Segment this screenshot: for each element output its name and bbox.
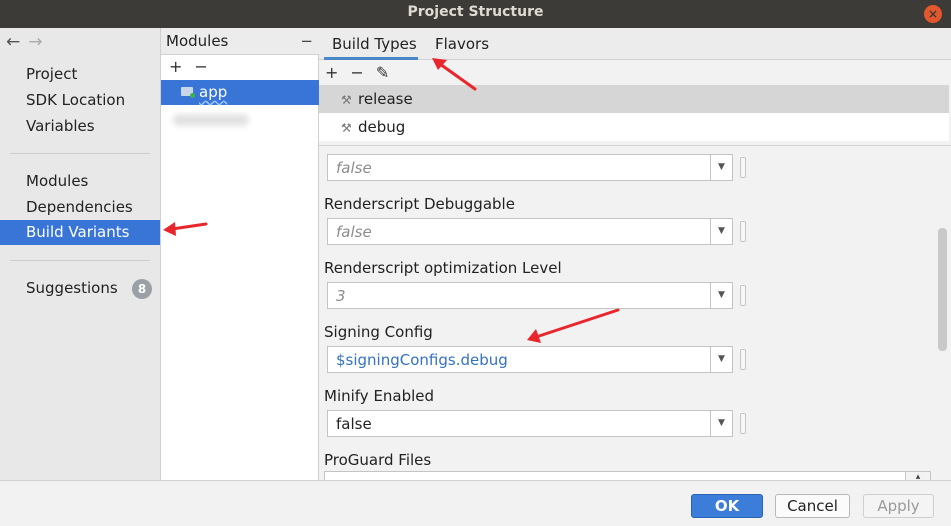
renderscript-optimization-combo[interactable]: 3 <box>327 282 733 309</box>
nav-divider <box>10 153 150 154</box>
module-item-label: app <box>199 83 228 101</box>
hammer-icon: ⚒ <box>341 121 352 135</box>
variable-button[interactable] <box>740 349 746 370</box>
variable-button[interactable] <box>740 285 746 306</box>
modules-toolbar: + − <box>169 57 220 76</box>
property-label: Renderscript Debuggable <box>324 195 515 213</box>
combo-value: 3 <box>336 287 346 305</box>
tab-bar: Build Types Flavors <box>319 28 951 60</box>
chevron-down-icon[interactable] <box>710 411 732 436</box>
history-nav: ← → <box>6 32 43 52</box>
signing-config-combo[interactable]: $signingConfigs.debug <box>327 346 733 373</box>
add-module-icon[interactable]: + <box>169 57 182 76</box>
nav-item-modules[interactable]: Modules <box>0 169 160 194</box>
modules-header: Modules − <box>161 28 319 55</box>
variable-button[interactable] <box>740 413 746 434</box>
module-status-icon <box>190 93 195 98</box>
variable-button[interactable] <box>740 221 746 242</box>
nav-item-label: Suggestions <box>26 279 118 297</box>
nav-item-suggestions[interactable]: Suggestions 8 <box>0 276 160 301</box>
left-nav: ← → Project SDK Location Variables Module… <box>0 28 161 480</box>
minify-enabled-combo[interactable]: false <box>327 410 733 437</box>
modules-panel: Modules − + − app <box>161 28 319 480</box>
chevron-down-icon[interactable] <box>710 283 732 308</box>
ok-button[interactable]: OK <box>691 494 763 518</box>
tab-build-types[interactable]: Build Types <box>324 28 418 60</box>
combo-value: $signingConfigs.debug <box>336 351 508 369</box>
build-type-label: debug <box>358 118 406 136</box>
modules-header-label: Modules <box>166 32 229 50</box>
redacted-module-item <box>173 114 249 126</box>
property-label: Signing Config <box>324 323 433 341</box>
back-arrow-icon[interactable]: ← <box>6 32 20 52</box>
vertical-scrollbar[interactable] <box>938 228 947 351</box>
nav-item-variables[interactable]: Variables <box>0 114 160 139</box>
chevron-down-icon[interactable] <box>710 347 732 372</box>
chevron-down-icon[interactable] <box>710 219 732 244</box>
add-build-type-icon[interactable]: + <box>325 63 338 82</box>
nav-item-dependencies[interactable]: Dependencies <box>0 195 160 220</box>
proguard-add-icon[interactable]: ▴ <box>905 471 931 480</box>
close-icon[interactable]: × <box>924 5 942 23</box>
collapse-icon[interactable]: − <box>300 28 313 55</box>
dialog-footer: OK Cancel Apply <box>0 480 951 526</box>
build-type-debug[interactable]: ⚒ debug <box>319 113 949 141</box>
proguard-files-list[interactable] <box>324 471 908 480</box>
title-bar: Project Structure × <box>0 0 951 28</box>
combo-value: false <box>336 415 372 433</box>
module-item-app[interactable]: app <box>161 80 319 105</box>
apply-button[interactable]: Apply <box>863 494 934 518</box>
chevron-down-icon[interactable] <box>710 155 732 180</box>
cancel-button[interactable]: Cancel <box>775 494 850 518</box>
property-label: ProGuard Files <box>324 451 432 469</box>
properties-pane: false Renderscript Debuggable false Rend… <box>319 145 951 480</box>
forward-arrow-icon[interactable]: → <box>28 32 42 52</box>
window-title: Project Structure <box>407 4 544 20</box>
renderscript-debuggable-combo[interactable]: false <box>327 218 733 245</box>
build-types-panel: Build Types Flavors + − ✎ ⚒ release ⚒ debu… <box>319 28 951 480</box>
edit-icon[interactable]: ✎ <box>376 63 389 82</box>
combo-value: false <box>336 223 372 241</box>
tab-flavors[interactable]: Flavors <box>435 28 495 60</box>
property-label: Minify Enabled <box>324 387 435 405</box>
suggestions-count-badge: 8 <box>132 279 152 299</box>
nav-divider <box>10 260 150 261</box>
nav-item-build-variants[interactable]: Build Variants <box>0 220 160 245</box>
nav-item-project[interactable]: Project <box>0 62 160 87</box>
hammer-icon: ⚒ <box>341 93 352 107</box>
build-type-release[interactable]: ⚒ release <box>319 85 949 113</box>
combo-value: false <box>336 159 372 177</box>
property-debuggable-combo[interactable]: false <box>327 154 733 181</box>
build-types-toolbar: + − ✎ <box>325 63 401 82</box>
remove-build-type-icon[interactable]: − <box>350 63 363 82</box>
variable-button[interactable] <box>740 157 746 178</box>
property-label: Renderscript optimization Level <box>324 259 562 277</box>
nav-item-sdk-location[interactable]: SDK Location <box>0 88 160 113</box>
remove-module-icon[interactable]: − <box>194 57 207 76</box>
build-type-label: release <box>358 90 413 108</box>
